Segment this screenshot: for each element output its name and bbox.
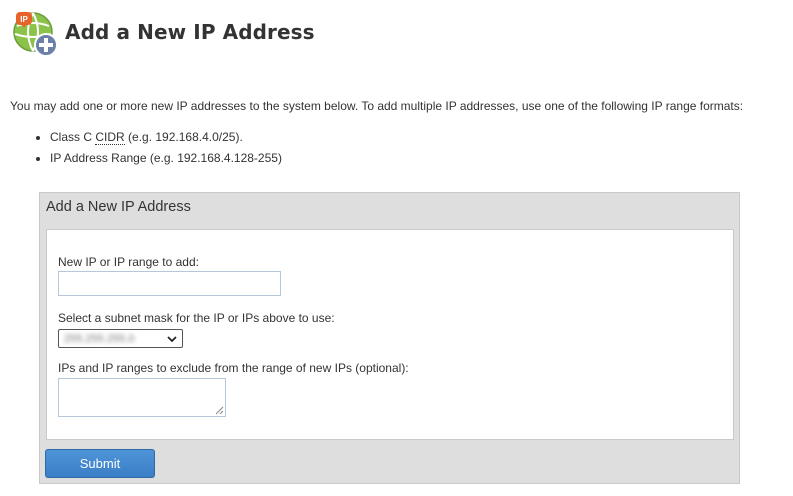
exclude-field-label: IPs and IP ranges to exclude from the ra… — [58, 361, 409, 375]
resize-grip-icon[interactable] — [214, 405, 224, 415]
panel-title: Add a New IP Address — [46, 199, 191, 215]
cidr-abbreviation: CIDR — [95, 130, 125, 145]
ip-range-format-list: Class C CIDR (e.g. 192.168.4.0/25). IP A… — [36, 130, 282, 172]
page-header: IP Add a New IP Address — [11, 10, 315, 58]
panel-body: New IP or IP range to add: Select a subn… — [46, 229, 734, 440]
format-text: IP Address Range (e.g. 192.168.4.128-255… — [50, 151, 282, 165]
format-prefix: Class C — [50, 130, 96, 144]
list-item: Class C CIDR (e.g. 192.168.4.0/25). — [50, 130, 282, 145]
exclude-ips-textarea[interactable] — [58, 378, 226, 417]
intro-text: You may add one or more new IP addresses… — [10, 99, 744, 113]
subnet-mask-select[interactable]: 255.255.255.0 — [58, 329, 183, 348]
ip-field-label: New IP or IP range to add: — [58, 255, 199, 269]
add-ip-panel: Add a New IP Address New IP or IP range … — [39, 192, 740, 484]
list-item: IP Address Range (e.g. 192.168.4.128-255… — [50, 151, 282, 166]
ip-add-icon: IP — [11, 10, 59, 58]
ip-input[interactable] — [58, 271, 281, 296]
page-title: Add a New IP Address — [65, 20, 315, 44]
page: IP Add a New IP Address You may add one … — [0, 0, 793, 496]
subnet-selected-value: 255.255.255.0 — [64, 332, 135, 345]
format-suffix: (e.g. 192.168.4.0/25). — [124, 130, 243, 144]
submit-button[interactable]: Submit — [45, 449, 155, 478]
ip-badge-text: IP — [20, 15, 28, 24]
subnet-field-label: Select a subnet mask for the IP or IPs a… — [58, 311, 335, 325]
chevron-down-icon — [167, 335, 177, 342]
